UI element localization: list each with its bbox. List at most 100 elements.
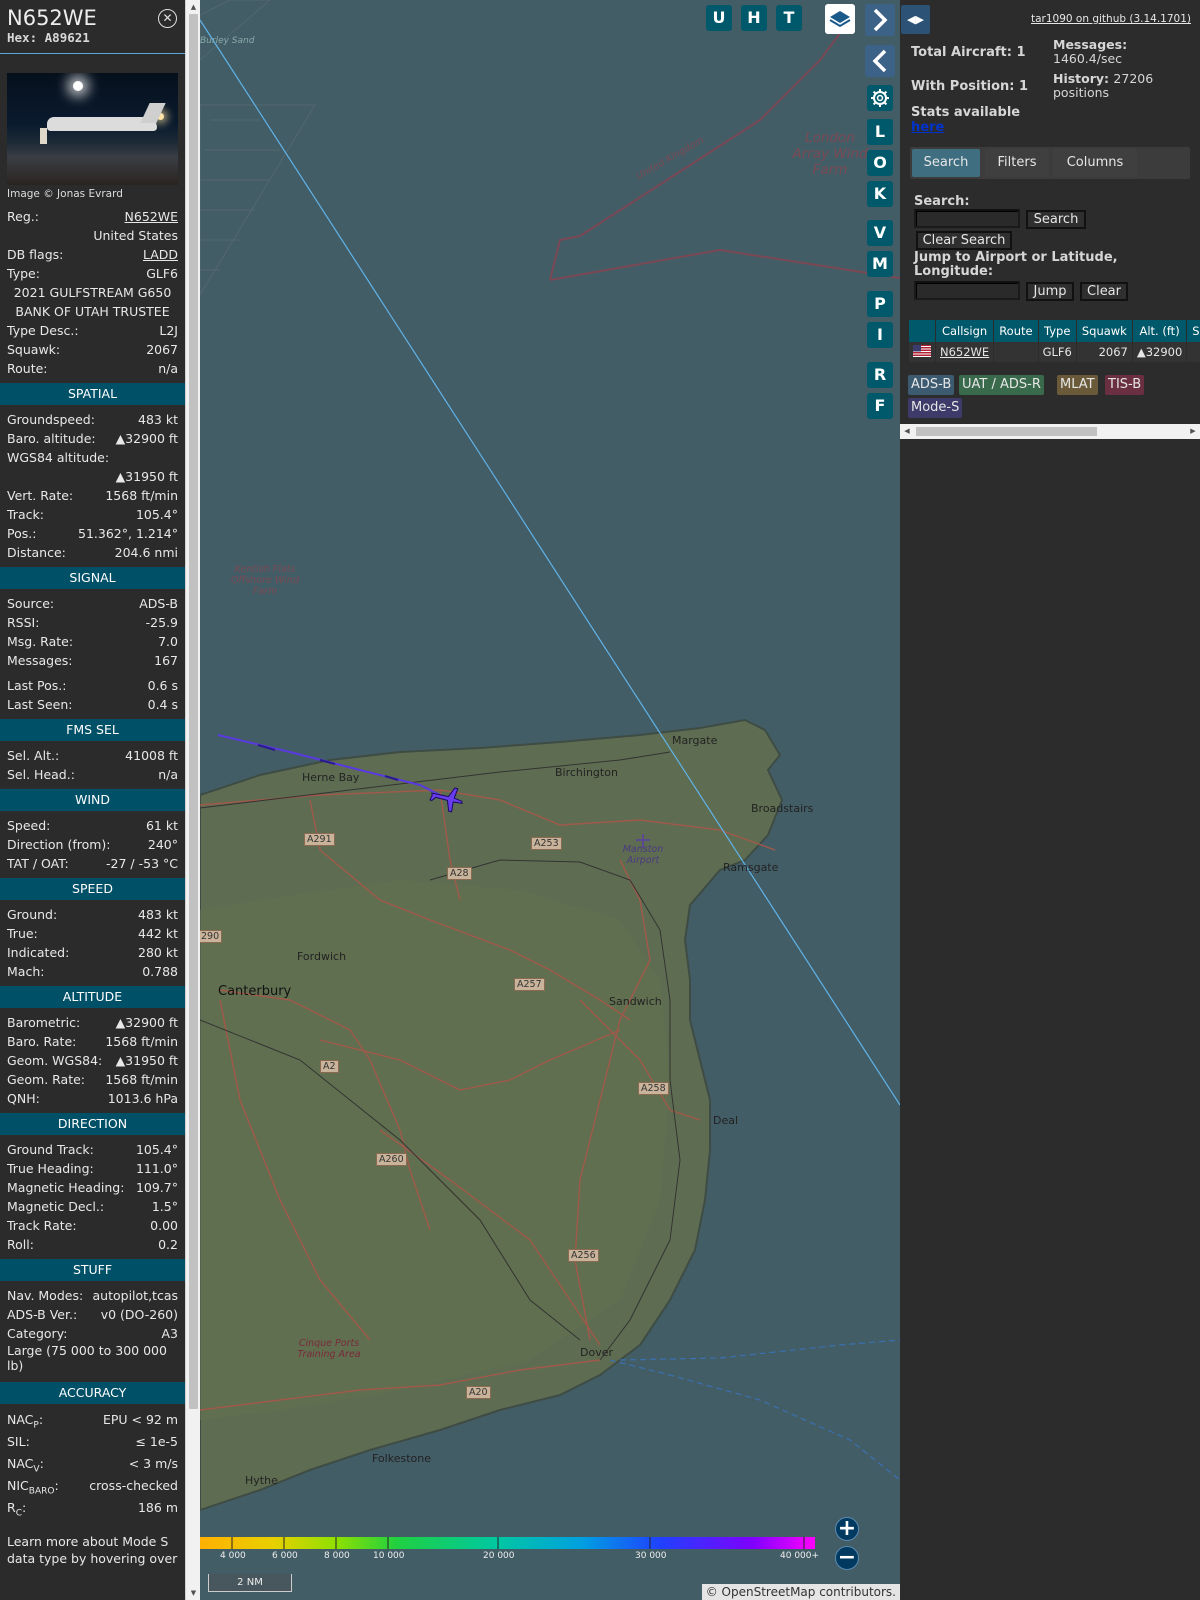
close-icon[interactable]: ✕ — [158, 9, 177, 28]
zoom-in-icon[interactable]: + — [835, 1517, 859, 1541]
legend-tick-label: 40 000+ — [780, 1551, 820, 1561]
map-button-i[interactable]: I — [867, 322, 893, 348]
section-speed[interactable]: SPEED — [0, 878, 185, 900]
map-button-o[interactable]: O — [867, 150, 893, 176]
us-flag-icon — [909, 342, 935, 362]
github-link[interactable]: tar1090 on github (3.14.1701) — [1031, 13, 1191, 25]
stats-here-link[interactable]: here — [911, 120, 944, 135]
section-stuff[interactable]: STUFF — [0, 1259, 185, 1281]
row-callsign[interactable]: N652WE — [936, 342, 994, 362]
map-button-k[interactable]: K — [867, 181, 893, 207]
map-button-m[interactable]: M — [867, 251, 893, 277]
map-button-u[interactable]: U — [706, 5, 732, 31]
jump-input[interactable] — [914, 281, 1020, 300]
road-a2: A2 — [320, 1060, 339, 1073]
country: United States — [93, 228, 178, 243]
label: Nav. Modes: — [7, 1288, 84, 1303]
place-birchington: Birchington — [555, 766, 618, 779]
aircraft-owner: BANK OF UTAH TRUSTEE — [15, 304, 170, 319]
scroll-up-icon[interactable]: ▲ — [186, 0, 201, 14]
map-button-f[interactable]: F — [867, 393, 893, 419]
layers-icon[interactable] — [825, 4, 855, 34]
clear-jump-button[interactable]: Clear — [1080, 282, 1128, 301]
label: Speed: — [7, 818, 51, 833]
jump-button[interactable]: Jump — [1026, 282, 1074, 301]
value: ADS-B — [139, 596, 178, 611]
col-squawk[interactable]: Squawk — [1076, 320, 1132, 342]
collapse-left-icon[interactable] — [865, 45, 895, 77]
row-type: GLF6 — [1038, 342, 1076, 362]
label: Indicated: — [7, 945, 70, 960]
col-type[interactable]: Type — [1038, 320, 1076, 342]
label: Pos.: — [7, 526, 37, 541]
label: RSSI: — [7, 615, 40, 630]
adsb-ver-row: ADS-B Ver.: v0 (DO-260) — [0, 1305, 185, 1324]
tab-filters[interactable]: Filters — [985, 149, 1049, 177]
scroll-thumb[interactable] — [189, 14, 198, 1409]
section-spatial[interactable]: SPATIAL — [0, 383, 185, 405]
col-flag[interactable] — [909, 320, 935, 342]
toggle-sidebar-icon[interactable]: ◀▶ — [901, 5, 930, 34]
expand-right-icon[interactable] — [865, 4, 895, 36]
map-button-l[interactable]: L — [867, 119, 893, 145]
map-attribution[interactable]: © OpenStreetMap contributors. — [701, 1584, 900, 1600]
map-canvas — [200, 0, 900, 1549]
dbflags-link[interactable]: LADD — [143, 245, 178, 264]
total-aircraft: Total Aircraft: 1 — [911, 45, 1026, 60]
section-fms[interactable]: FMS SEL — [0, 719, 185, 741]
place-broadstairs: Broadstairs — [751, 802, 814, 815]
tab-search[interactable]: Search — [912, 149, 980, 177]
msgrate-row: Msg. Rate: 7.0 — [0, 632, 185, 651]
col-altitude[interactable]: Alt. (ft) — [1132, 320, 1187, 342]
map-button-t[interactable]: T — [776, 5, 802, 31]
value: 186 m — [137, 1500, 178, 1515]
label: Messages: — [7, 653, 73, 668]
section-wind[interactable]: WIND — [0, 789, 185, 811]
reg-link[interactable]: N652WE — [125, 207, 178, 226]
scroll-down-icon[interactable]: ▼ — [186, 1586, 201, 1600]
aircraft-photo[interactable] — [7, 73, 178, 185]
value: ≤ 1e-5 — [135, 1434, 178, 1449]
clear-search-button[interactable]: Clear Search — [916, 231, 1012, 250]
search-button[interactable]: Search — [1026, 210, 1086, 229]
route-value: n/a — [158, 361, 178, 376]
scroll-thumb[interactable] — [916, 427, 1097, 436]
col-route[interactable]: Route — [994, 320, 1038, 342]
position-row: Pos.: 51.362°, 1.214° — [0, 524, 185, 543]
aircraft-model: 2021 GULFSTREAM G650 — [13, 285, 172, 300]
map-button-v[interactable]: V — [867, 220, 893, 246]
scale-bar: 2 NM — [208, 1574, 292, 1592]
value: n/a — [158, 767, 178, 782]
tab-columns[interactable]: Columns — [1053, 149, 1137, 177]
map-button-r[interactable]: R — [867, 362, 893, 388]
search-input[interactable] — [914, 209, 1020, 228]
section-direction[interactable]: DIRECTION — [0, 1113, 185, 1135]
roll-row: Roll: 0.2 — [0, 1235, 185, 1254]
source-tag-tisb: TIS-B — [1105, 375, 1145, 395]
map-view[interactable]: 4 000 6 000 8 000 10 000 20 000 30 000 4… — [200, 0, 900, 1600]
section-accuracy[interactable]: ACCURACY — [0, 1382, 185, 1404]
section-altitude[interactable]: ALTITUDE — [0, 986, 185, 1008]
label: Baro. Rate: — [7, 1034, 77, 1049]
map-button-p[interactable]: P — [867, 291, 893, 317]
selected-hex: Hex: A89621 — [7, 30, 178, 45]
road-a20: A20 — [466, 1386, 491, 1399]
scroll-left-icon[interactable]: ◀ — [900, 424, 914, 439]
zoom-out-icon[interactable]: − — [835, 1546, 859, 1570]
place-fordwich: Fordwich — [297, 950, 347, 963]
label: ADS-B Ver.: — [7, 1307, 78, 1322]
label: RC: — [7, 1500, 27, 1519]
label: Magnetic Decl.: — [7, 1199, 105, 1214]
col-speed[interactable]: Spd — [1187, 320, 1200, 342]
scroll-right-icon[interactable]: ▶ — [1186, 424, 1200, 439]
map-button-h[interactable]: H — [741, 5, 767, 31]
sel-alt-row: Sel. Alt.: 41008 ft — [0, 746, 185, 765]
history-label: History: — [1053, 71, 1110, 86]
table-hscrollbar[interactable]: ◀ ▶ — [900, 424, 1200, 439]
table-row[interactable]: N652WE GLF6 2067 ▲32900 — [909, 342, 1200, 362]
settings-gear-icon[interactable] — [867, 85, 893, 111]
section-signal[interactable]: SIGNAL — [0, 567, 185, 589]
label: Vert. Rate: — [7, 488, 74, 503]
col-callsign[interactable]: Callsign — [936, 320, 994, 342]
info-scrollbar[interactable]: ▲ ▼ — [185, 0, 200, 1600]
